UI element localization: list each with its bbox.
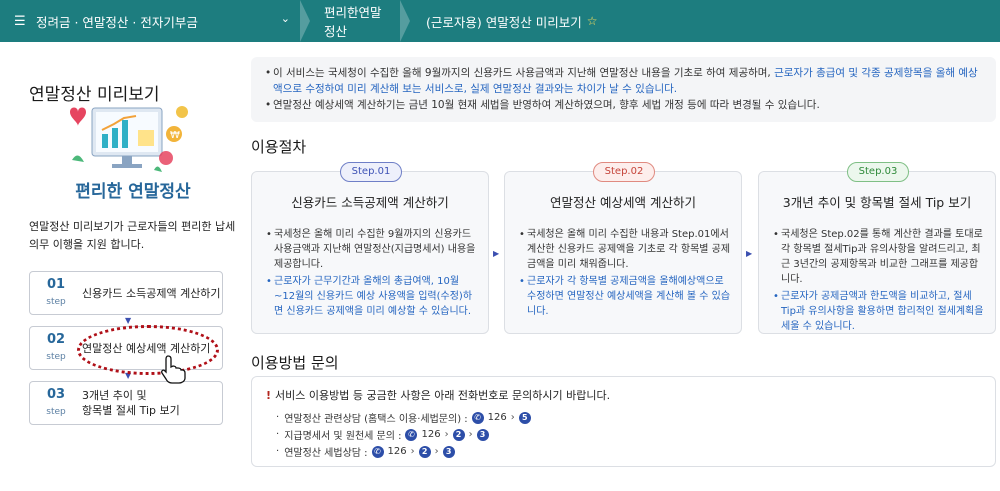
- menu-label: 정려금 · 연말정산 · 전자기부금: [36, 14, 198, 30]
- step-number: 02 step: [46, 331, 66, 362]
- breadcrumb-separator: [400, 0, 410, 42]
- page-title: (근로자용) 연말정산 미리보기: [426, 14, 582, 30]
- breadcrumb-item[interactable]: 편리한연말정산: [310, 0, 400, 42]
- breadcrumb-separator: [300, 0, 310, 42]
- hamburger-icon[interactable]: ☰: [14, 14, 26, 29]
- svg-text:₩: ₩: [170, 130, 180, 141]
- highlight-oval: [77, 325, 219, 375]
- option-number: 3: [442, 445, 455, 458]
- procedure-card-2: Step.02 연말정산 예상세액 계산하기 국세청은 올해 미리 수집한 내용…: [504, 162, 742, 334]
- star-icon[interactable]: ☆: [587, 14, 598, 28]
- card-title: 연말정산 예상세액 계산하기: [550, 195, 696, 210]
- pointer-hand-icon: [161, 355, 186, 384]
- sidebar-subtitle: 편리한 연말정산: [75, 182, 191, 202]
- option-number: 2: [452, 428, 465, 441]
- option-number: 2: [418, 445, 431, 458]
- card-body: 국세청은 올해 미리 수집한 9월까지의 신용카드 사용금액과 지난해 연말정산…: [266, 227, 478, 321]
- step-number: 01 step: [46, 276, 66, 307]
- card-body: 국세청은 Step.02를 통해 계산한 결과를 토대로 각 항목별 절세Tip…: [773, 227, 985, 336]
- sidebar-description: 연말정산 미리보기가 근로자들의 편리한 납세 의무 이행을 지원 합니다.: [29, 220, 236, 251]
- step-number: 03 step: [46, 386, 66, 417]
- notice-box: 이 서비스는 국세청이 수집한 올해 9월까지의 신용카드 사용금액과 지난해 …: [251, 57, 996, 122]
- inquiry-row: · 연말정산 관련상담 (홈택스 이용·세법문의) : ✆ 126 › 5: [266, 409, 981, 426]
- inquiry-row: · 연말정산 세법상담 : ✆ 126 › 2 › 3: [266, 443, 981, 460]
- step-label: 신용카드 소득공제액 계산하기: [82, 286, 221, 300]
- right-arrow-icon: ▶: [746, 249, 753, 258]
- step-label: 3개년 추이 및 항목별 절세 Tip 보기: [82, 389, 180, 417]
- step-card-1[interactable]: 01 step 신용카드 소득공제액 계산하기: [29, 271, 223, 315]
- menu-dropdown[interactable]: ☰ 정려금 · 연말정산 · 전자기부금 ⌄: [0, 0, 300, 42]
- card-title: 3개년 추이 및 항목별 절세 Tip 보기: [782, 195, 972, 210]
- right-arrow-icon: ▶: [493, 249, 500, 258]
- option-number: 3: [476, 428, 489, 441]
- top-nav: ☰ 정려금 · 연말정산 · 전자기부금 ⌄ 편리한연말정산 (근로자용) 연말…: [0, 0, 1000, 42]
- breadcrumb-current: (근로자용) 연말정산 미리보기 ☆: [410, 0, 613, 42]
- step-card-3[interactable]: 03 step 3개년 추이 및 항목별 절세 Tip 보기: [29, 381, 223, 425]
- inquiry-heading: ! 서비스 이용방법 등 궁금한 사항은 아래 전화번호로 문의하시기 바랍니다.: [266, 389, 611, 402]
- phone-icon: ✆: [405, 428, 418, 441]
- step-badge: Step.03: [847, 162, 909, 182]
- step-badge: Step.01: [340, 162, 402, 182]
- procedure-card-3: Step.03 3개년 추이 및 항목별 절세 Tip 보기 국세청은 Step…: [758, 162, 996, 336]
- down-arrow-icon: ▼: [125, 316, 132, 325]
- card-title: 신용카드 소득공제액 계산하기: [291, 195, 449, 210]
- card-body: 국세청은 올해 미리 수집한 내용과 Step.01에서 계산한 신용카드 공제…: [519, 227, 731, 321]
- procedure-card-1: Step.01 신용카드 소득공제액 계산하기 국세청은 올해 미리 수집한 9…: [251, 162, 489, 334]
- step-badge: Step.02: [593, 162, 655, 182]
- notice-item: 이 서비스는 국세청이 수집한 올해 9월까지의 신용카드 사용금액과 지난해 …: [265, 65, 982, 97]
- option-number: 5: [518, 411, 531, 424]
- chevron-down-icon[interactable]: ⌄: [281, 12, 290, 25]
- illustration-image: ₩: [70, 106, 188, 172]
- inquiry-box: ! 서비스 이용방법 등 궁금한 사항은 아래 전화번호로 문의하시기 바랍니다.…: [251, 376, 996, 467]
- inquiry-row: · 지급명세서 및 원천세 문의 : ✆ 126 › 2 › 3: [266, 426, 981, 443]
- notice-item: 연말정산 예상세액 계산하기는 금년 10월 현재 세법을 반영하여 계산하였으…: [265, 97, 982, 113]
- exclamation-icon: !: [266, 389, 272, 402]
- phone-icon: ✆: [471, 411, 484, 424]
- phone-icon: ✆: [371, 445, 384, 458]
- section-title-inquiry: 이용방법 문의: [251, 354, 339, 372]
- section-title-procedure: 이용절차: [251, 138, 307, 156]
